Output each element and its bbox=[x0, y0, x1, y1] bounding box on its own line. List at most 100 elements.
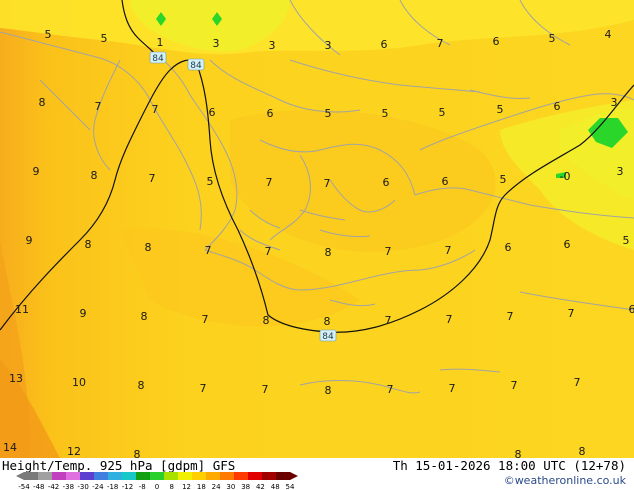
temp-label: -0 bbox=[560, 170, 571, 183]
scale-tick-label: -18 bbox=[107, 483, 118, 490]
scale-swatch bbox=[262, 472, 277, 480]
scale-tick-label: -42 bbox=[48, 483, 59, 490]
scale-swatch bbox=[276, 472, 291, 480]
temp-label: 6 bbox=[629, 303, 634, 316]
scale-tick-label: -12 bbox=[122, 483, 133, 490]
temp-label: 8 bbox=[85, 238, 92, 251]
temp-label: 9 bbox=[33, 165, 40, 178]
temp-label: 7 bbox=[324, 177, 331, 190]
temp-label: 5 bbox=[500, 173, 507, 186]
scale-swatch bbox=[150, 472, 165, 480]
temp-label: 7 bbox=[205, 244, 212, 257]
map-footer: Height/Temp. 925 hPa [gdpm] GFS Th 15-01… bbox=[0, 458, 634, 490]
scale-tick-label: 38 bbox=[241, 483, 250, 490]
temp-label: 8 bbox=[325, 246, 332, 259]
scale-swatch bbox=[178, 472, 193, 480]
temp-label: 7 bbox=[95, 100, 102, 113]
temp-label: 5 bbox=[439, 106, 446, 119]
temp-label: 3 bbox=[611, 96, 618, 109]
scale-tick-label: 30 bbox=[226, 483, 235, 490]
temp-label: 8 bbox=[141, 310, 148, 323]
temp-label: 8 bbox=[145, 241, 152, 254]
temp-label: 6 bbox=[505, 241, 512, 254]
svg-text:84: 84 bbox=[190, 61, 202, 71]
temp-label: 6 bbox=[267, 107, 274, 120]
temp-label: 3 bbox=[325, 39, 332, 52]
temp-label: 5 bbox=[325, 107, 332, 120]
scale-tick-label: 18 bbox=[197, 483, 206, 490]
temp-label: 6 bbox=[383, 176, 390, 189]
temp-label: 8 bbox=[91, 169, 98, 182]
color-scale-bar: -54 -48 -42 -38 -30 -24 -18 -12 -8 0 8 12 18 24 30 38 42… bbox=[16, 472, 298, 490]
temp-label: 7 bbox=[507, 310, 514, 323]
temp-label: 6 bbox=[564, 238, 571, 251]
temp-label: 7 bbox=[568, 307, 575, 320]
temp-label: 7 bbox=[266, 176, 273, 189]
temp-label: 10 bbox=[72, 376, 86, 389]
temp-label: 12 bbox=[67, 445, 81, 458]
temp-label: 5 bbox=[382, 107, 389, 120]
scale-swatch bbox=[206, 472, 221, 480]
temp-label: 8 bbox=[515, 448, 522, 458]
temp-label: 9 bbox=[26, 234, 33, 247]
temp-label: 5 bbox=[549, 32, 556, 45]
temp-label: 5 bbox=[45, 28, 52, 41]
temp-label: 6 bbox=[554, 100, 561, 113]
scale-swatch bbox=[24, 472, 39, 480]
temp-label: 7 bbox=[202, 313, 209, 326]
scale-swatch bbox=[122, 472, 137, 480]
source-credit[interactable]: ©weatheronline.co.uk bbox=[504, 474, 626, 487]
temp-label: 7 bbox=[387, 383, 394, 396]
scale-swatch bbox=[234, 472, 249, 480]
temp-label: 5 bbox=[101, 32, 108, 45]
temp-label: 6 bbox=[381, 38, 388, 51]
temp-label: 7 bbox=[149, 172, 156, 185]
weather-map: 84 84 84 5 5 1 3 3 3 6 7 6 5 4 8 7 7 6 6 bbox=[0, 0, 634, 458]
scale-tick-label: -54 bbox=[18, 483, 30, 490]
scale-tick-label: 0 bbox=[155, 483, 159, 490]
map-title: Height/Temp. 925 hPa [gdpm] GFS bbox=[2, 458, 236, 473]
svg-text:84: 84 bbox=[152, 54, 164, 64]
scale-tick-label: -38 bbox=[63, 483, 74, 490]
temp-label: 6 bbox=[209, 106, 216, 119]
temp-label: 8 bbox=[134, 448, 141, 458]
scale-arrow-left bbox=[16, 472, 24, 480]
temp-label: 7 bbox=[385, 245, 392, 258]
temp-label: 7 bbox=[200, 382, 207, 395]
temp-label: 11 bbox=[15, 303, 29, 316]
temp-label: 7 bbox=[446, 313, 453, 326]
temp-label: 8 bbox=[263, 314, 270, 327]
temp-label: 7 bbox=[265, 245, 272, 258]
temp-label: 14 bbox=[3, 441, 17, 454]
scale-tick-label: -48 bbox=[33, 483, 44, 490]
temp-label: 7 bbox=[152, 103, 159, 116]
scale-swatch bbox=[66, 472, 81, 480]
scale-swatch bbox=[192, 472, 207, 480]
contour-badge: 84 bbox=[187, 58, 205, 71]
scale-tick-label: 8 bbox=[170, 483, 174, 490]
forecast-datetime: Th 15-01-2026 18:00 UTC (12+78) bbox=[392, 458, 626, 473]
svg-text:84: 84 bbox=[322, 332, 334, 342]
temp-label: 9 bbox=[80, 307, 87, 320]
scale-tick-label: 12 bbox=[182, 483, 191, 490]
temperature-map-canvas: 84 84 84 5 5 1 3 3 3 6 7 6 5 4 8 7 7 6 6 bbox=[0, 0, 634, 458]
temp-label: 3 bbox=[269, 39, 276, 52]
temp-label: 5 bbox=[497, 103, 504, 116]
scale-tick-label: 48 bbox=[271, 483, 280, 490]
temp-label: 3 bbox=[213, 37, 220, 50]
scale-swatch bbox=[136, 472, 151, 480]
scale-swatch bbox=[52, 472, 67, 480]
scale-tick-label: -30 bbox=[77, 483, 88, 490]
scale-tick-label: -8 bbox=[139, 483, 146, 490]
scale-swatch bbox=[164, 472, 179, 480]
temp-label: 8 bbox=[138, 379, 145, 392]
temp-label: 7 bbox=[574, 376, 581, 389]
scale-swatch bbox=[220, 472, 235, 480]
scale-swatch bbox=[108, 472, 123, 480]
contour-badge: 84 bbox=[149, 51, 167, 64]
temp-label: 5 bbox=[207, 175, 214, 188]
temp-label: 7 bbox=[262, 383, 269, 396]
temp-label: 7 bbox=[437, 37, 444, 50]
temp-label: 8 bbox=[39, 96, 46, 109]
scale-swatch bbox=[248, 472, 263, 480]
